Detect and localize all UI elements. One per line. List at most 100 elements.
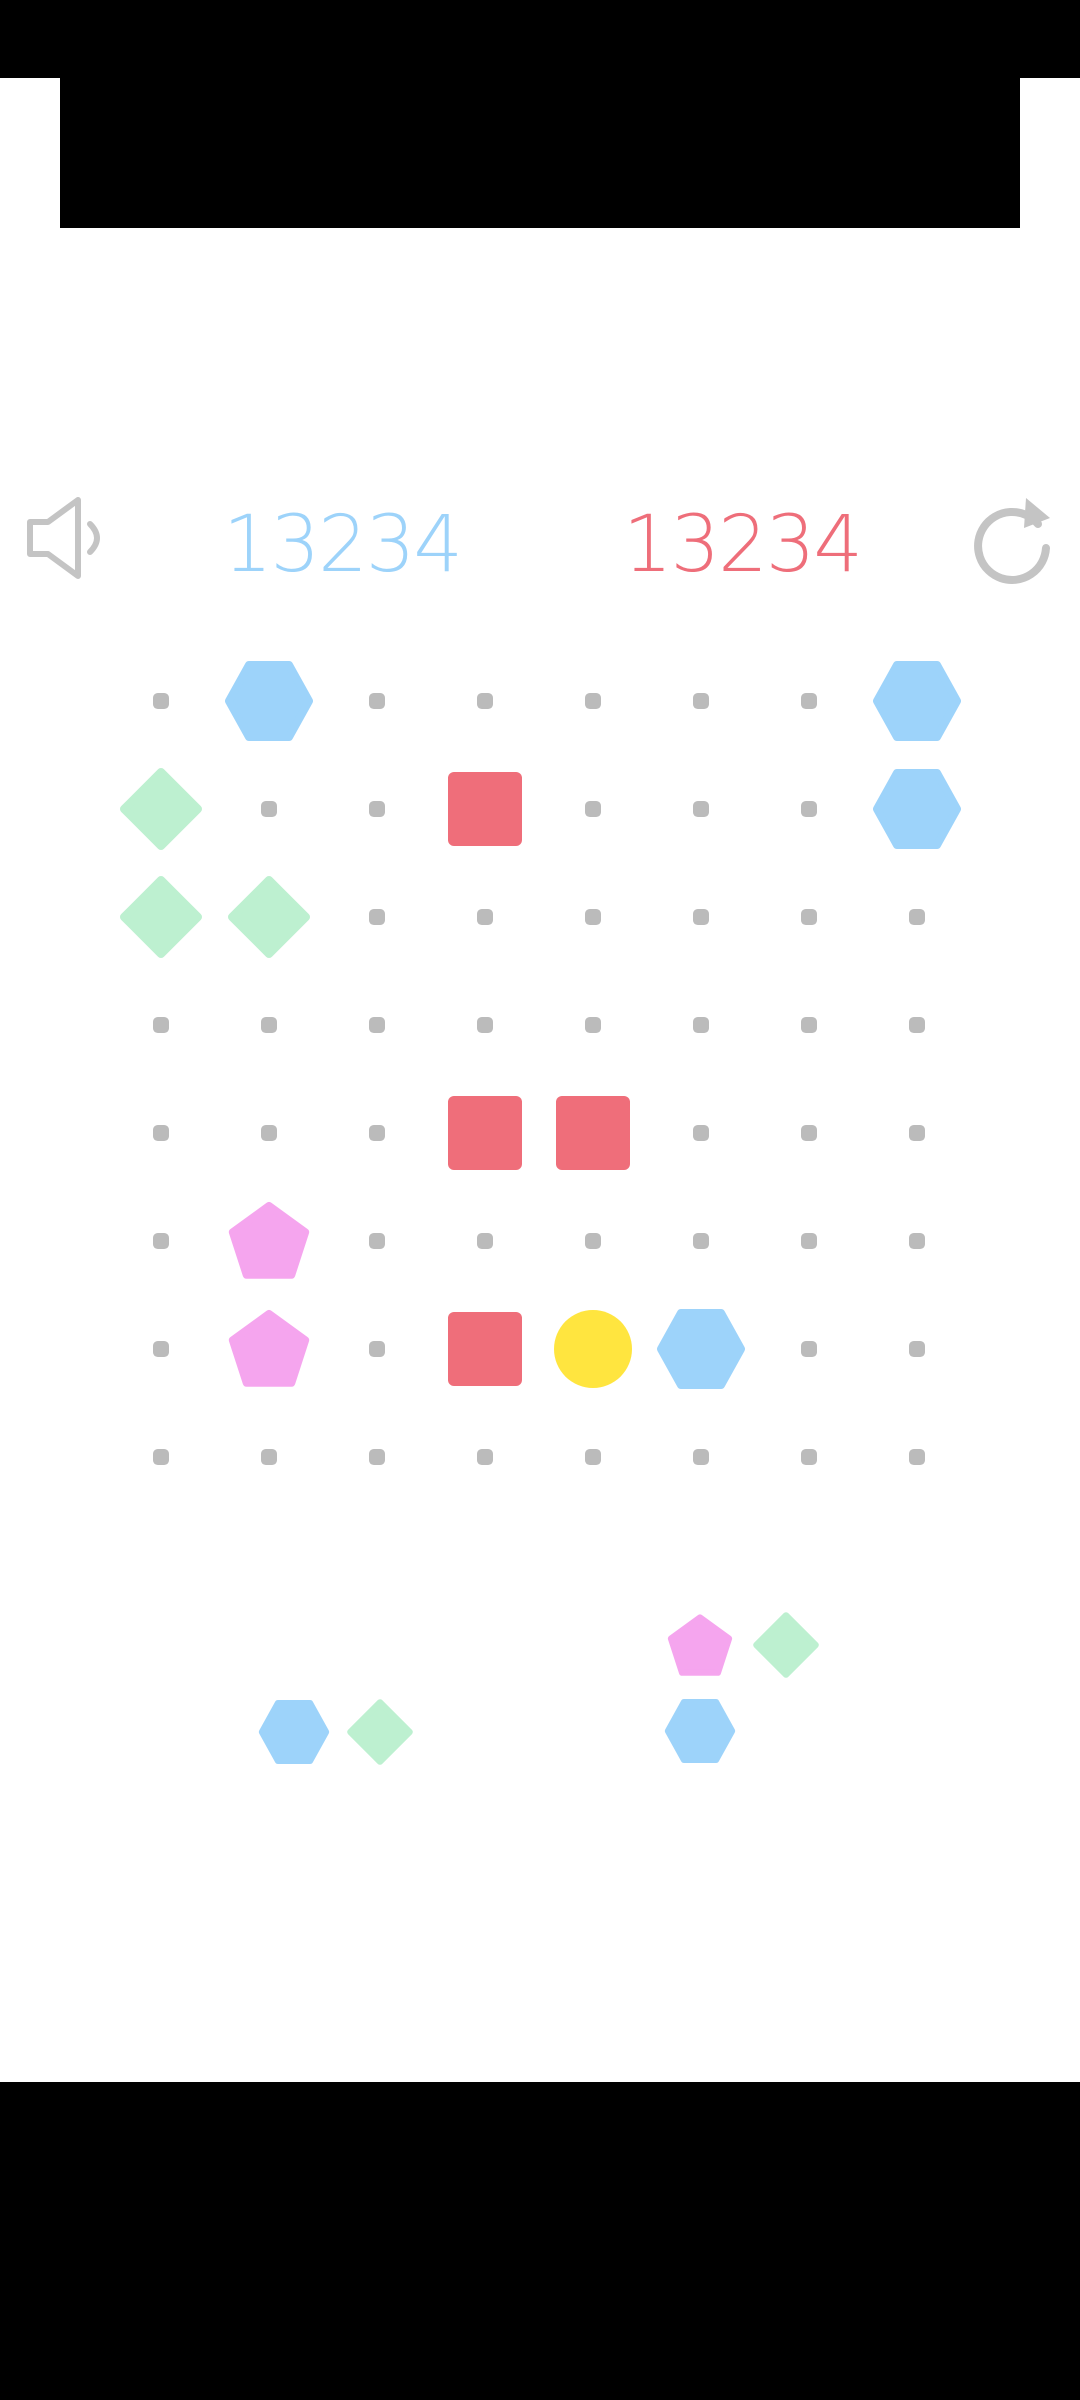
board-cell-empty[interactable] [867,1083,967,1183]
board-cell-empty[interactable] [435,867,535,967]
board-cell-empty[interactable] [219,1083,319,1183]
board-cell-red-square[interactable] [435,1299,535,1399]
empty-dot-icon [369,801,385,817]
board-cell-empty[interactable] [867,1191,967,1291]
board-cell-empty[interactable] [867,867,967,967]
empty-dot-icon [477,909,493,925]
empty-dot-icon [261,801,277,817]
empty-dot-icon [585,693,601,709]
board-cell-empty[interactable] [435,975,535,1075]
status-bar [0,0,1080,78]
board-cell-empty[interactable] [759,759,859,859]
empty-dot-icon [369,693,385,709]
board-cell-blue-hexagon[interactable] [651,1299,751,1399]
board-cell-empty[interactable] [543,867,643,967]
board-cell-empty[interactable] [327,867,427,967]
board-cell-empty[interactable] [219,1407,319,1507]
board-cell-empty[interactable] [867,1407,967,1507]
board-cell-empty[interactable] [111,1083,211,1183]
board-cell-empty[interactable] [651,1191,751,1291]
board-cell-empty[interactable] [543,651,643,751]
board-cell-empty[interactable] [651,651,751,751]
pink-pentagon-icon [228,1202,310,1279]
empty-dot-icon [801,801,817,817]
board-cell-empty[interactable] [435,1407,535,1507]
empty-dot-icon [153,1125,169,1141]
board-cell-empty[interactable] [543,1191,643,1291]
board-cell-empty[interactable] [111,651,211,751]
game-board [0,0,1080,2400]
board-cell-blue-hexagon[interactable] [867,759,967,859]
board-cell-empty[interactable] [111,975,211,1075]
piece-2[interactable] [660,1605,840,1785]
board-cell-empty[interactable] [759,975,859,1075]
board-cell-empty[interactable] [867,975,967,1075]
board-cell-empty[interactable] [327,1407,427,1507]
empty-dot-icon [369,1341,385,1357]
board-cell-empty[interactable] [111,1191,211,1291]
board-cell-empty[interactable] [543,1407,643,1507]
board-cell-empty[interactable] [759,1299,859,1399]
board-cell-red-square[interactable] [435,1083,535,1183]
empty-dot-icon [261,1017,277,1033]
board-cell-red-square[interactable] [543,1083,643,1183]
board-cell-empty[interactable] [651,1083,751,1183]
empty-dot-icon [477,1449,493,1465]
navigation-area [0,2082,1080,2400]
board-cell-green-diamond[interactable] [111,759,211,859]
empty-dot-icon [477,1233,493,1249]
empty-dot-icon [801,693,817,709]
board-cell-empty[interactable] [327,975,427,1075]
board-cell-empty[interactable] [651,867,751,967]
piece-block-blue-hexagon [660,1691,740,1771]
board-cell-empty[interactable] [327,1191,427,1291]
board-cell-empty[interactable] [111,1299,211,1399]
board-cell-empty[interactable] [759,867,859,967]
piece-1[interactable] [254,1692,434,1872]
empty-dot-icon [369,1017,385,1033]
board-cell-green-diamond[interactable] [111,867,211,967]
empty-dot-icon [693,1125,709,1141]
board-cell-empty[interactable] [543,759,643,859]
board-cell-empty[interactable] [219,759,319,859]
empty-dot-icon [801,1341,817,1357]
blue-hexagon-icon [657,1309,745,1389]
board-cell-yellow-circle[interactable] [543,1299,643,1399]
empty-dot-icon [585,909,601,925]
empty-dot-icon [909,909,925,925]
board-cell-empty[interactable] [651,759,751,859]
sound-toggle-button[interactable] [24,490,110,586]
empty-dot-icon [153,1233,169,1249]
board-cell-empty[interactable] [651,1407,751,1507]
board-cell-empty[interactable] [867,1299,967,1399]
board-cell-blue-hexagon[interactable] [867,651,967,751]
board-cell-empty[interactable] [435,1191,535,1291]
red-square-icon [556,1096,630,1170]
ad-banner[interactable] [60,78,1020,228]
board-cell-green-diamond[interactable] [219,867,319,967]
empty-dot-icon [369,1125,385,1141]
board-cell-empty[interactable] [543,975,643,1075]
board-cell-blue-hexagon[interactable] [219,651,319,751]
board-cell-pink-pentagon[interactable] [219,1299,319,1399]
red-square-icon [448,772,522,846]
restart-button[interactable] [968,490,1058,586]
current-score: 13234 [222,500,463,590]
board-cell-empty[interactable] [327,651,427,751]
board-cell-empty[interactable] [759,1191,859,1291]
board-cell-empty[interactable] [327,1083,427,1183]
board-cell-red-square[interactable] [435,759,535,859]
board-cell-empty[interactable] [651,975,751,1075]
speaker-icon [27,497,100,579]
board-cell-empty[interactable] [327,1299,427,1399]
board-cell-empty[interactable] [759,1407,859,1507]
empty-dot-icon [369,909,385,925]
board-cell-empty[interactable] [435,651,535,751]
empty-dot-icon [801,1125,817,1141]
board-cell-empty[interactable] [759,651,859,751]
board-cell-empty[interactable] [327,759,427,859]
board-cell-empty[interactable] [111,1407,211,1507]
board-cell-empty[interactable] [759,1083,859,1183]
board-cell-pink-pentagon[interactable] [219,1191,319,1291]
board-cell-empty[interactable] [219,975,319,1075]
